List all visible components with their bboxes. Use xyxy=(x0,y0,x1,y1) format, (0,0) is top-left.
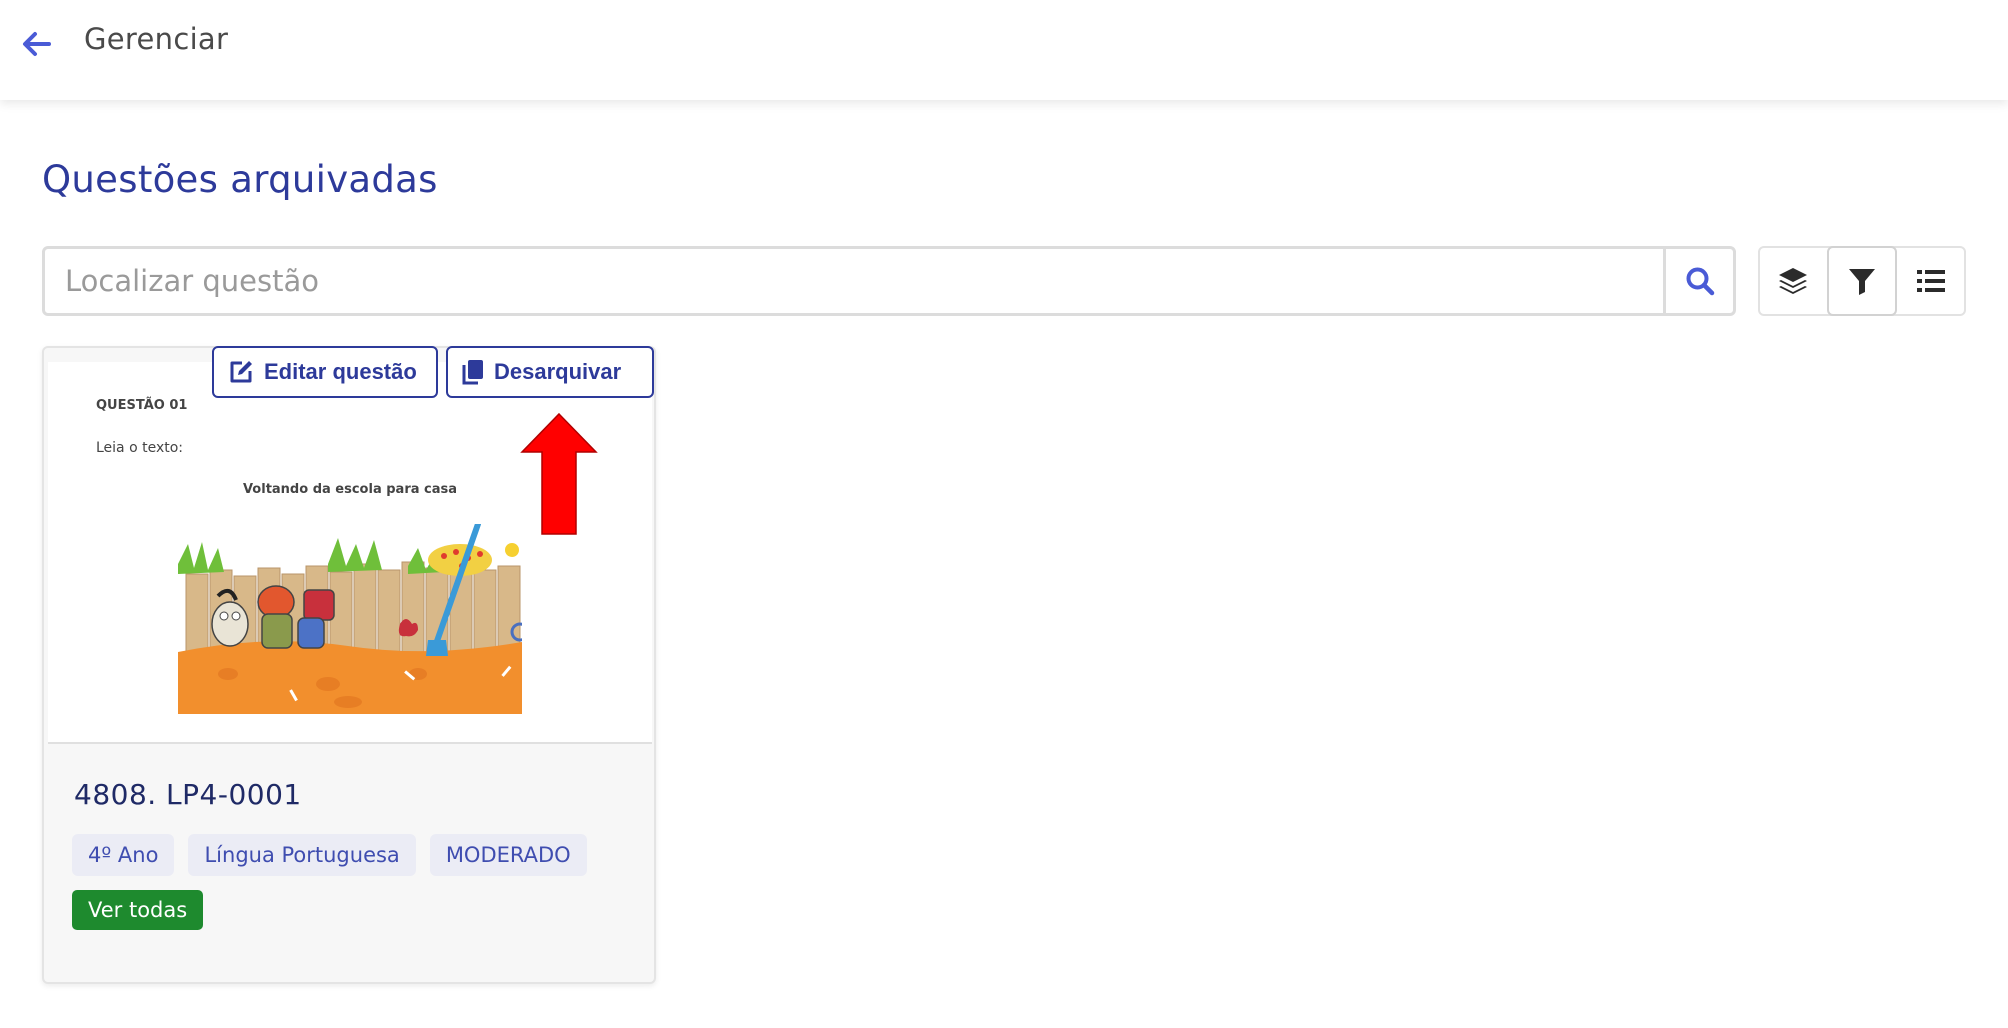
page-title: Questões arquivadas xyxy=(42,158,438,201)
search-button[interactable] xyxy=(1663,249,1733,313)
arrow-left-icon xyxy=(23,32,51,56)
subject-tag: Língua Portuguesa xyxy=(188,834,416,876)
filter-button[interactable] xyxy=(1826,246,1898,316)
layers-icon xyxy=(1779,268,1808,294)
header-title: Gerenciar xyxy=(84,22,229,56)
list-icon xyxy=(1916,270,1945,292)
search-icon xyxy=(1686,267,1714,296)
question-intro: Leia o texto: xyxy=(96,440,184,456)
edit-question-label: Editar questão xyxy=(264,359,417,384)
difficulty-tag: MODERADO xyxy=(429,834,587,876)
layers-button[interactable] xyxy=(1760,248,1827,314)
list-view-button[interactable] xyxy=(1897,248,1964,314)
search-input[interactable] xyxy=(45,249,1663,313)
question-number: QUESTÃO 01 xyxy=(96,398,188,413)
copy-icon xyxy=(462,360,483,385)
view-toolbar xyxy=(1758,246,1966,316)
top-bar: Gerenciar xyxy=(0,0,2008,100)
filter-icon xyxy=(1849,269,1875,295)
annotation-arrow xyxy=(520,412,598,535)
grade-tag: 4º Ano xyxy=(72,834,175,876)
edit-icon xyxy=(230,361,252,383)
unarchive-button[interactable]: Desarquivar xyxy=(446,346,654,398)
unarchive-label: Desarquivar xyxy=(494,359,622,384)
see-all-button[interactable]: Ver todas xyxy=(72,890,204,930)
question-tags: 4º Ano Língua Portuguesa MODERADO xyxy=(72,834,587,876)
back-button[interactable] xyxy=(18,26,54,62)
edit-question-button[interactable]: Editar questão xyxy=(212,346,438,398)
question-code: 4808. LP4-0001 xyxy=(74,778,302,811)
story-illustration xyxy=(178,524,522,714)
search-bar xyxy=(42,246,1736,316)
